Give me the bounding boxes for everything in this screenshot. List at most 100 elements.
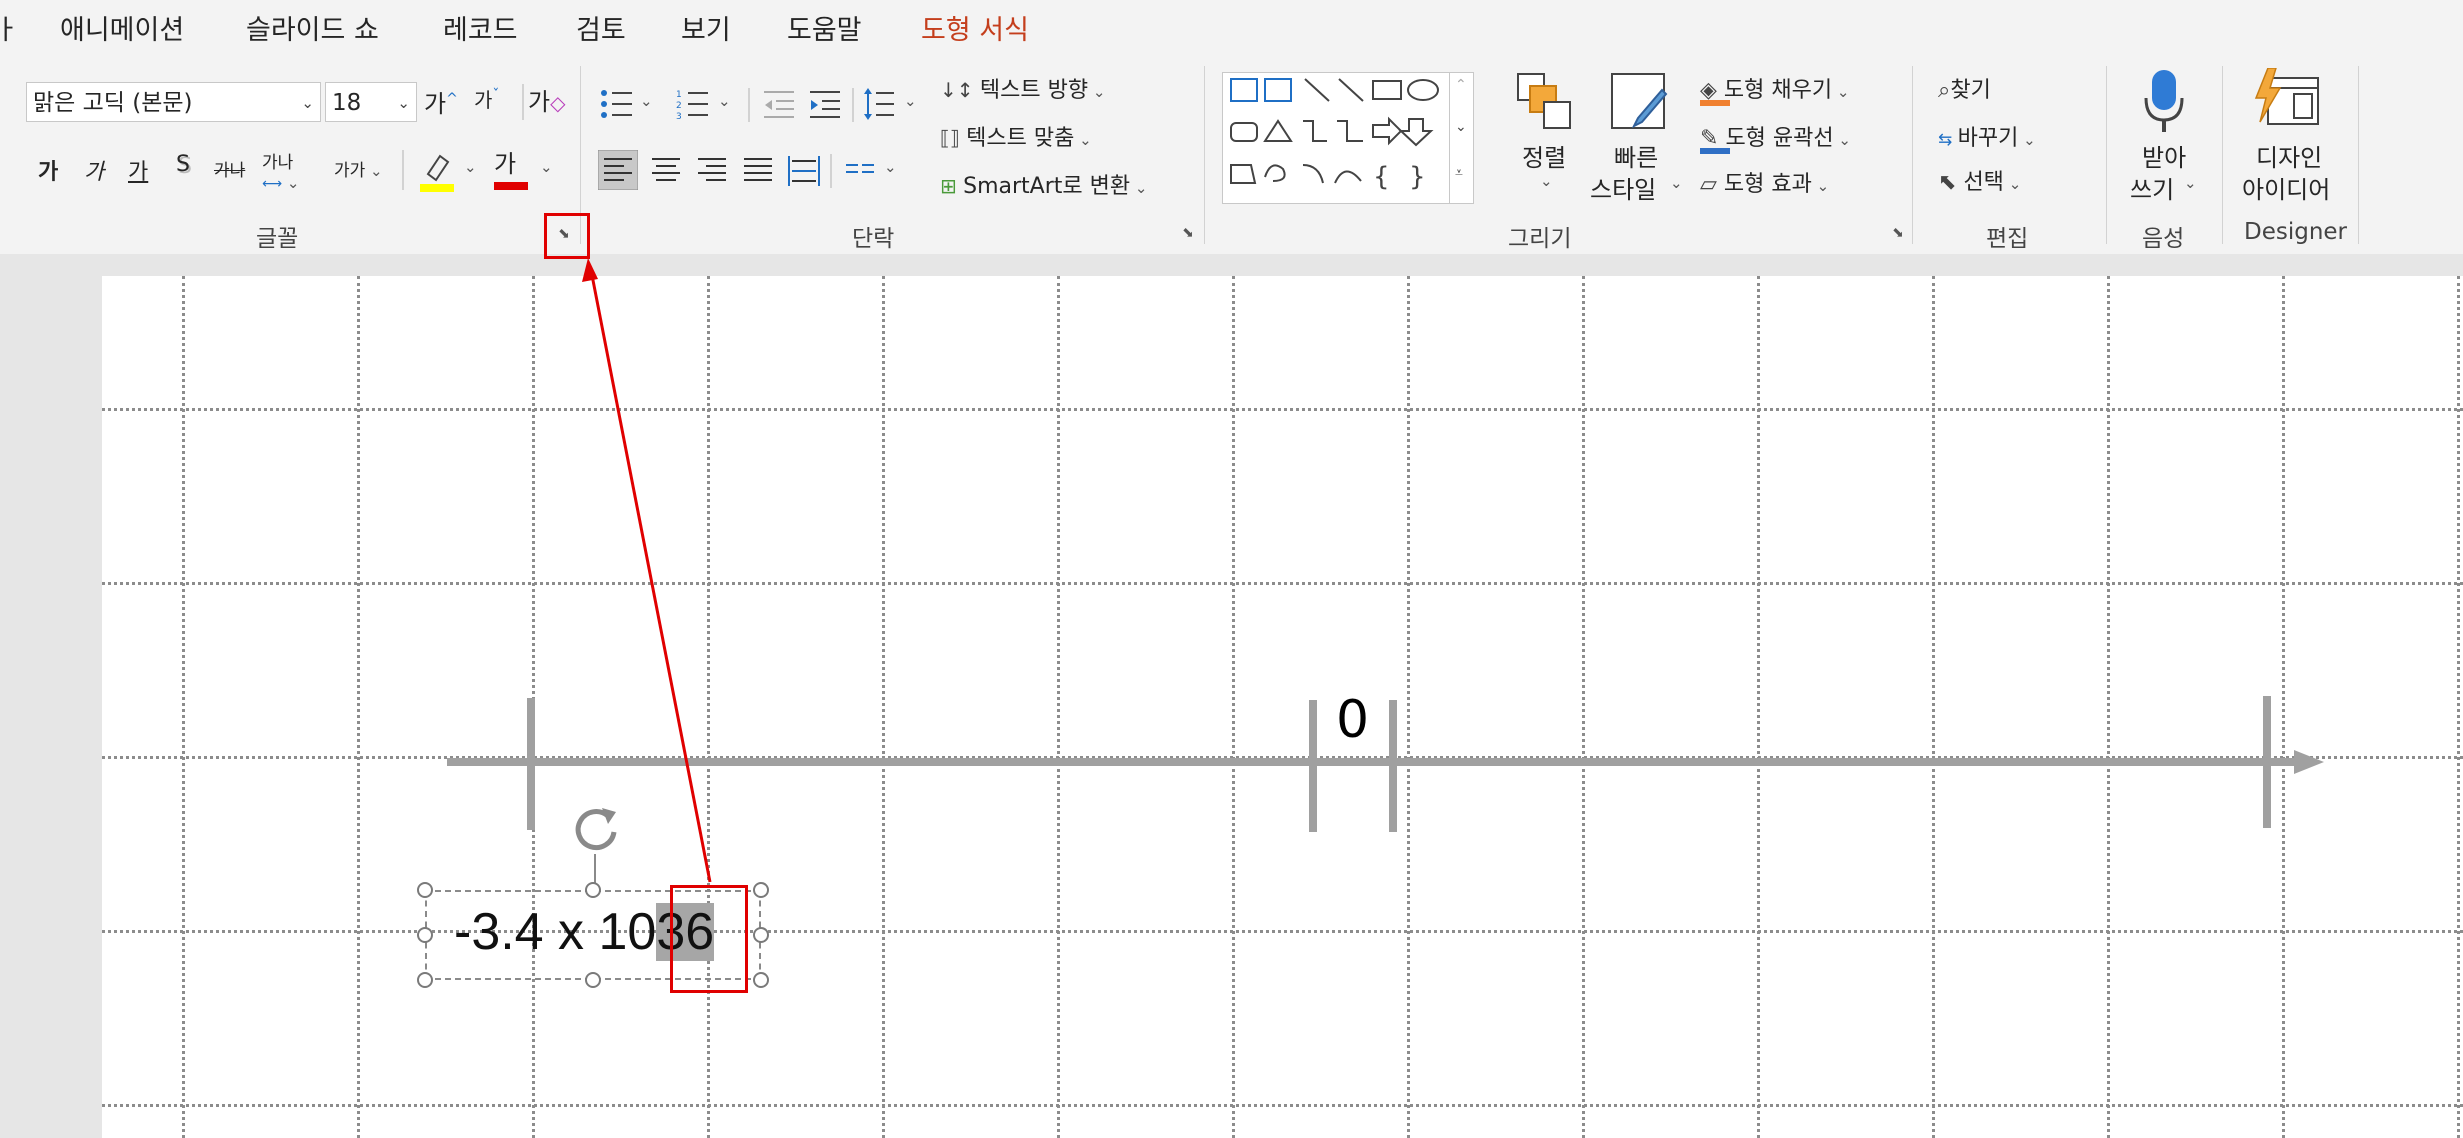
italic-button[interactable]: 가 xyxy=(84,154,104,186)
chevron-down-icon[interactable]: ⌄ xyxy=(884,158,897,176)
gallery-scroll[interactable]: ⌃ ⌄ ⩡ xyxy=(1449,73,1474,203)
decrease-font-button[interactable]: 가ˇ xyxy=(474,84,499,113)
chevron-down-icon: ⌄ xyxy=(1130,179,1148,197)
menu-tab-partial[interactable]: ㅏ xyxy=(0,8,19,47)
chevron-down-icon[interactable]: ⌄ xyxy=(1540,172,1553,190)
text-direction-button[interactable]: ↓↕ 텍스트 방향 ⌄ xyxy=(940,72,1105,104)
underline-button[interactable]: 가 xyxy=(128,154,148,186)
select-button[interactable]: ⬉ 선택 ⌄ xyxy=(1938,164,2021,196)
resize-handle-s[interactable] xyxy=(585,972,601,988)
change-case-button[interactable]: 가가 ⌄ xyxy=(334,156,383,181)
resize-handle-nw[interactable] xyxy=(417,882,433,898)
highlighter-icon[interactable] xyxy=(418,150,458,194)
menu-tab-record[interactable]: 레코드 xyxy=(443,8,518,47)
font-size-value: 18 xyxy=(332,90,362,116)
align-right-icon[interactable] xyxy=(694,150,730,190)
chevron-down-icon[interactable]: ⌄ xyxy=(718,92,731,110)
resize-handle-ne[interactable] xyxy=(753,882,769,898)
voice-group-label: 음성 xyxy=(2142,226,2185,252)
find-button[interactable]: ⌕찾기 xyxy=(1938,72,1991,104)
search-icon: ⌕ xyxy=(1938,78,1951,103)
smartart-button[interactable]: ⊞ SmartArt로 변환 ⌄ xyxy=(940,168,1147,200)
replace-button[interactable]: ⇆ 바꾸기 ⌄ xyxy=(1938,120,2036,152)
zero-label[interactable]: 0 xyxy=(1336,690,1369,750)
chevron-down-icon[interactable]: ⌄ xyxy=(904,92,917,110)
designer-label-1[interactable]: 디자인 xyxy=(2256,138,2322,173)
replace-label: 바꾸기 xyxy=(1957,126,2019,151)
resize-handle-e[interactable] xyxy=(753,927,769,943)
chevron-down-icon[interactable]: ⌄ xyxy=(640,92,653,110)
arrange-icon[interactable] xyxy=(1516,70,1574,132)
shadow-button[interactable]: S xyxy=(176,152,190,177)
smartart-label: SmartArt로 변환 xyxy=(963,174,1131,199)
number-line[interactable] xyxy=(102,276,2463,1138)
chevron-down-icon: ⌄ xyxy=(397,94,410,112)
scroll-down-icon[interactable]: ⌄ xyxy=(1455,119,1467,135)
strikethrough-button[interactable]: 가나 xyxy=(214,156,245,181)
numbering-icon[interactable]: 1 2 3 xyxy=(676,88,710,120)
designer-label-2[interactable]: 아이디어 xyxy=(2242,170,2330,205)
align-text-label: 텍스트 맞춤 xyxy=(966,126,1075,151)
clear-formatting-button[interactable]: 가◇ xyxy=(528,82,565,117)
resize-handle-w[interactable] xyxy=(417,927,433,943)
menu-tab-help[interactable]: 도움말 xyxy=(787,8,862,47)
chevron-down-icon[interactable]: ⌄ xyxy=(540,158,553,176)
menu-tab-animations[interactable]: 애니메이션 xyxy=(60,8,184,47)
increase-indent-icon[interactable] xyxy=(808,88,842,120)
align-center-icon[interactable] xyxy=(648,150,684,190)
editing-group-label: 편집 xyxy=(1986,226,2029,252)
font-name-value: 맑은 고딕 (본문) xyxy=(33,90,193,116)
menu-tab-shape-format[interactable]: 도형 서식 xyxy=(921,8,1029,47)
chevron-down-icon[interactable]: ⌄ xyxy=(1670,174,1683,192)
svg-text:1: 1 xyxy=(676,90,682,100)
gallery-more-icon[interactable]: ⩡ xyxy=(1455,165,1463,181)
ribbon: 맑은 고딕 (본문) ⌄ 18 ⌄ 가^ 가ˇ 가◇ 가 가 가 S 가나 가나… xyxy=(0,58,2463,255)
font-color-button[interactable]: 가 xyxy=(494,144,516,179)
bold-button[interactable]: 가 xyxy=(38,154,58,186)
chevron-down-icon[interactable]: ⌄ xyxy=(464,158,477,176)
decrease-indent-icon[interactable] xyxy=(762,88,796,120)
menu-tab-review[interactable]: 검토 xyxy=(576,8,626,47)
menu-tab-slideshow[interactable]: 슬라이드 쇼 xyxy=(246,8,379,47)
quick-styles-icon[interactable] xyxy=(1608,70,1670,134)
rotate-handle-icon[interactable] xyxy=(568,800,626,858)
group-separator xyxy=(1204,66,1205,244)
scroll-up-icon[interactable]: ⌃ xyxy=(1455,77,1467,93)
annotation-box-exponent xyxy=(670,885,748,993)
quick-styles-label-1[interactable]: 빠른 xyxy=(1614,138,1658,173)
smartart-icon: ⊞ xyxy=(940,174,964,198)
shapes-gallery[interactable]: { } ⌃ ⌄ ⩡ xyxy=(1222,72,1474,204)
quick-styles-label-2[interactable]: 스타일 xyxy=(1590,170,1656,205)
font-name-combo[interactable]: 맑은 고딕 (본문) ⌄ xyxy=(26,82,321,122)
line-spacing-icon[interactable] xyxy=(862,86,896,122)
text-direction-label: 텍스트 방향 xyxy=(979,78,1089,103)
resize-handle-n[interactable] xyxy=(585,882,601,898)
resize-handle-sw[interactable] xyxy=(417,972,433,988)
char-spacing-button[interactable]: 가나 ⟷ ⌄ xyxy=(262,148,299,193)
group-separator xyxy=(2358,66,2359,244)
resize-handle-se[interactable] xyxy=(753,972,769,988)
menu-tab-view[interactable]: 보기 xyxy=(681,8,731,47)
columns-icon[interactable] xyxy=(844,156,878,186)
dictate-label-2[interactable]: 쓰기 xyxy=(2130,170,2174,205)
chevron-down-icon: ⌄ xyxy=(282,174,300,192)
microphone-icon[interactable] xyxy=(2140,68,2188,136)
arrange-label[interactable]: 정렬 xyxy=(1522,138,1566,173)
increase-font-button[interactable]: 가^ xyxy=(424,84,458,119)
distributed-icon[interactable] xyxy=(786,150,822,190)
shape-effects-button[interactable]: ▱ 도형 효과 ⌄ xyxy=(1700,166,1829,198)
font-size-combo[interactable]: 18 ⌄ xyxy=(325,82,417,122)
designer-icon[interactable] xyxy=(2254,68,2322,134)
chevron-down-icon: ⌄ xyxy=(301,94,314,112)
slide-canvas[interactable]: 0 -3.4 x 1036 xyxy=(102,276,2463,1138)
align-text-button[interactable]: ⟦⟧ 텍스트 맞춤 ⌄ xyxy=(940,120,1092,152)
align-left-icon[interactable] xyxy=(598,150,638,190)
justify-icon[interactable] xyxy=(740,150,776,190)
dictate-label-1[interactable]: 받아 xyxy=(2142,138,2186,173)
divider xyxy=(402,150,404,190)
chevron-down-icon[interactable]: ⌄ xyxy=(2184,174,2197,192)
drawing-dialog-launcher-icon[interactable]: ⬊ xyxy=(1890,225,1906,241)
bullets-icon[interactable] xyxy=(600,88,634,120)
paragraph-dialog-launcher-icon[interactable]: ⬊ xyxy=(1180,225,1196,241)
shapes-grid-icon[interactable]: { } xyxy=(1223,73,1449,201)
